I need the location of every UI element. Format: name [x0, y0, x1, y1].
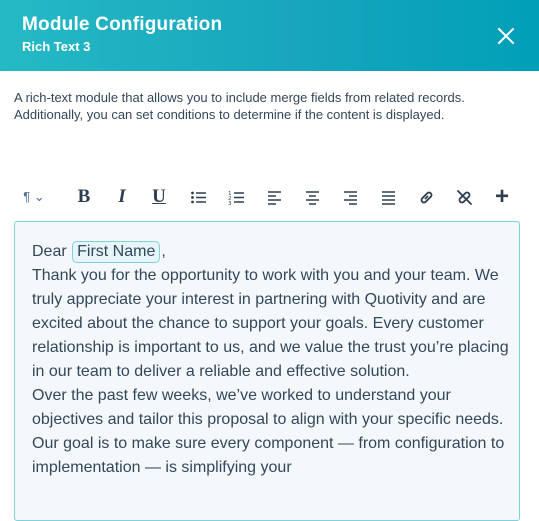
svg-text:3: 3: [228, 201, 232, 206]
greeting-suffix: ,: [161, 243, 166, 260]
underline-button[interactable]: U: [145, 184, 173, 210]
align-left-button[interactable]: [260, 184, 288, 210]
align-center-icon: [305, 190, 319, 205]
align-center-button[interactable]: [298, 184, 326, 210]
modal-header: Module Configuration Rich Text 3: [0, 0, 539, 71]
justify-icon: [381, 190, 395, 205]
rich-text-toolbar: ¶ ⌄ B I U 1 2 3 +: [14, 183, 524, 210]
numbered-list-icon: 1 2 3: [228, 191, 244, 206]
greeting-line: Dear First Name,: [32, 240, 512, 264]
align-right-icon: [343, 190, 357, 205]
insert-link-button[interactable]: [412, 184, 440, 210]
align-left-icon: [267, 190, 281, 205]
numbered-list-button[interactable]: 1 2 3: [222, 184, 250, 210]
close-button[interactable]: [491, 21, 521, 51]
merge-field-first-name[interactable]: First Name: [72, 241, 161, 263]
remove-link-button[interactable]: [450, 184, 478, 210]
editor-content: Dear First Name, Thank you for the oppor…: [32, 240, 512, 480]
align-right-button[interactable]: [336, 184, 364, 210]
close-icon: [498, 28, 514, 44]
justify-button[interactable]: [374, 184, 402, 210]
bulleted-list-button[interactable]: [184, 184, 212, 210]
italic-button[interactable]: I: [108, 184, 136, 210]
bulleted-list-icon: [190, 191, 206, 203]
modal-subtitle: Rich Text 3: [22, 39, 91, 54]
rich-text-editor[interactable]: Dear First Name, Thank you for the oppor…: [14, 221, 520, 521]
greeting-prefix: Dear: [32, 243, 72, 260]
bold-button[interactable]: B: [70, 184, 98, 210]
link-icon: [420, 191, 432, 203]
editor-paragraph-1: Thank you for the opportunity to work wi…: [32, 267, 509, 380]
modal-title: Module Configuration: [22, 14, 223, 35]
paragraph-format-dropdown[interactable]: ¶ ⌄: [14, 184, 54, 210]
add-button[interactable]: +: [488, 183, 516, 210]
unlink-icon: [456, 189, 472, 205]
editor-paragraph-2: Over the past few weeks, we’ve worked to…: [32, 387, 505, 476]
module-description: A rich-text module that allows you to in…: [14, 90, 465, 122]
